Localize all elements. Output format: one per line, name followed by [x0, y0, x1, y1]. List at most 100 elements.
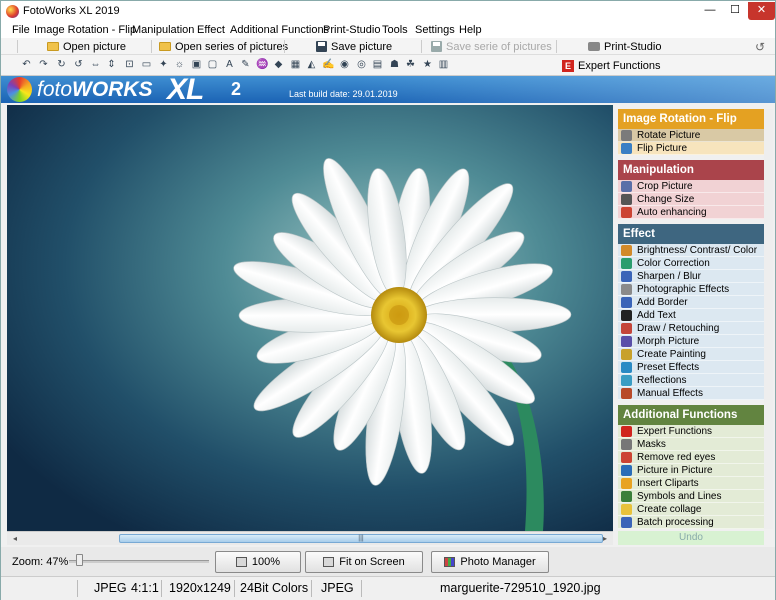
panel-item-manual-effects[interactable]: Manual Effects: [618, 387, 764, 400]
save-series-button[interactable]: Save serie of pictures: [431, 39, 552, 54]
expert-functions-button[interactable]: E Expert Functions: [562, 58, 661, 73]
panel-item-masks[interactable]: Masks: [618, 438, 764, 451]
open-series-label: Open series of pictures: [175, 40, 289, 53]
menu-help[interactable]: Help: [459, 24, 482, 36]
auto-enhancing-icon: [621, 207, 632, 218]
text-icon[interactable]: A: [223, 58, 236, 71]
undo-button[interactable]: Undo: [618, 531, 764, 545]
panel-item-sharpen-blur[interactable]: Sharpen / Blur: [618, 270, 764, 283]
menu-additional-functions[interactable]: Additional Functions: [230, 24, 329, 36]
panel-item-morph-picture[interactable]: Morph Picture: [618, 335, 764, 348]
panel-item-label: Draw / Retouching: [637, 323, 720, 334]
color-correction-icon: [621, 258, 632, 269]
section-manipulation[interactable]: Manipulation: [618, 160, 764, 180]
batch-icon[interactable]: ▥: [437, 58, 450, 71]
image-viewport[interactable]: [7, 105, 613, 531]
panel-item-create-painting[interactable]: Create Painting: [618, 348, 764, 361]
menu-print-studio[interactable]: Print-Studio: [323, 24, 380, 36]
star-icon[interactable]: ★: [421, 58, 434, 71]
minimize-button[interactable]: —: [698, 2, 722, 20]
panel-item-insert-cliparts[interactable]: Insert Cliparts: [618, 477, 764, 490]
manual-effect-icon[interactable]: ✍: [322, 58, 335, 71]
section-effect[interactable]: Effect: [618, 224, 764, 244]
status-bar: JPEG 4:1:1 1920x1249 24Bit Colors JPEG m…: [1, 576, 775, 600]
maximize-button[interactable]: ☐: [723, 2, 747, 20]
section-additional-functions[interactable]: Additional Functions: [618, 405, 764, 425]
symbol-icon[interactable]: ☘: [404, 58, 417, 71]
panel-item-remove-red-eyes[interactable]: Remove red eyes: [618, 451, 764, 464]
folder-icon: [159, 42, 171, 51]
rotate-cw-icon[interactable]: ↻: [55, 58, 68, 71]
panel-item-rotate-picture[interactable]: Rotate Picture: [618, 129, 764, 142]
morph-icon[interactable]: ◆: [272, 58, 285, 71]
panel-item-add-text[interactable]: Add Text: [618, 309, 764, 322]
photo-manager-button[interactable]: Photo Manager: [431, 551, 549, 573]
panel-item-picture-in-picture[interactable]: Picture in Picture: [618, 464, 764, 477]
panel-item-preset-effects[interactable]: Preset Effects: [618, 361, 764, 374]
rotate-ccw-icon[interactable]: ↺: [72, 58, 85, 71]
clipart-icon[interactable]: ☗: [388, 58, 401, 71]
border-icon[interactable]: ▢: [206, 58, 219, 71]
panel-item-label: Brightness/ Contrast/ Color: [637, 245, 758, 256]
horizontal-scrollbar[interactable]: ◂ ||| ▸: [7, 531, 613, 545]
zoom-slider[interactable]: [69, 554, 209, 568]
panel-item-photographic-effects[interactable]: Photographic Effects: [618, 283, 764, 296]
add-text-icon: [621, 310, 632, 321]
remove-red-eyes-icon: [621, 452, 632, 463]
panel-item-reflections[interactable]: Reflections: [618, 374, 764, 387]
menu-tools[interactable]: Tools: [382, 24, 408, 36]
menu-image-rotation[interactable]: Image Rotation - Flip: [34, 24, 136, 36]
panel-item-color-correction[interactable]: Color Correction: [618, 257, 764, 270]
zoom-100-button[interactable]: 100%: [215, 551, 301, 573]
menu-manipulation[interactable]: Manipulation: [132, 24, 194, 36]
menu-settings[interactable]: Settings: [415, 24, 455, 36]
panel-item-auto-enhancing[interactable]: Auto enhancing: [618, 206, 764, 219]
zoom-thumb[interactable]: [76, 554, 83, 566]
expert-e-icon: E: [562, 59, 574, 72]
undo-icon[interactable]: ↺: [755, 40, 765, 54]
reflections-icon: [621, 375, 632, 386]
panel-item-draw-retouching[interactable]: Draw / Retouching: [618, 322, 764, 335]
rotate-left-icon[interactable]: ↶: [20, 58, 33, 71]
rotate-right-icon[interactable]: ↷: [37, 58, 50, 71]
symbols-and-lines-icon: [621, 491, 632, 502]
fit-on-screen-button[interactable]: Fit on Screen: [305, 551, 423, 573]
auto-enhance-icon[interactable]: ✦: [157, 58, 170, 71]
brightness-icon[interactable]: ☼: [173, 58, 186, 71]
close-button[interactable]: ✕: [748, 2, 775, 20]
draw-icon[interactable]: ✎: [239, 58, 252, 71]
scroll-right-icon[interactable]: ▸: [598, 533, 612, 545]
panel-item-batch-processing[interactable]: Batch processing: [618, 516, 764, 529]
picture-in-picture-icon[interactable]: ▤: [371, 58, 384, 71]
menu-effect[interactable]: Effect: [197, 24, 225, 36]
panel-item-crop-picture[interactable]: Crop Picture: [618, 180, 764, 193]
menu-file[interactable]: File: [12, 24, 30, 36]
flip-icon[interactable]: ⇔: [89, 58, 102, 71]
scroll-left-icon[interactable]: ◂: [8, 533, 22, 545]
reflection-icon[interactable]: ◭: [305, 58, 318, 71]
print-studio-button[interactable]: Print-Studio: [588, 39, 661, 54]
panel-item-symbols-and-lines[interactable]: Symbols and Lines: [618, 490, 764, 503]
flip-vertical-icon[interactable]: ⇕: [105, 58, 118, 71]
crop-icon[interactable]: ⊡: [123, 58, 136, 71]
scroll-thumb[interactable]: |||: [119, 534, 603, 543]
panel-item-brightness-contrast-color[interactable]: Brightness/ Contrast/ Color: [618, 244, 764, 257]
color-icon[interactable]: ◉: [338, 58, 351, 71]
panel-item-change-size[interactable]: Change Size: [618, 193, 764, 206]
open-picture-button[interactable]: Open picture: [47, 39, 126, 54]
section-image-rotation[interactable]: Image Rotation - Flip: [618, 109, 764, 129]
red-eye-icon[interactable]: ◎: [355, 58, 368, 71]
panel-item-create-collage[interactable]: Create collage: [618, 503, 764, 516]
panel-item-add-border[interactable]: Add Border: [618, 296, 764, 309]
paint-icon[interactable]: ♒: [256, 58, 269, 71]
create-collage-icon: [621, 504, 632, 515]
panel-item-flip-picture[interactable]: Flip Picture: [618, 142, 764, 155]
preset-icon[interactable]: ▦: [289, 58, 302, 71]
open-series-button[interactable]: Open series of pictures: [159, 39, 288, 54]
panel-scrollbar[interactable]: [764, 109, 773, 529]
separator: [77, 580, 78, 597]
save-picture-button[interactable]: Save picture: [316, 39, 392, 54]
panel-item-expert-functions[interactable]: Expert Functions: [618, 425, 764, 438]
resize-icon[interactable]: ▭: [140, 58, 153, 71]
photo-effect-icon[interactable]: ▣: [190, 58, 203, 71]
